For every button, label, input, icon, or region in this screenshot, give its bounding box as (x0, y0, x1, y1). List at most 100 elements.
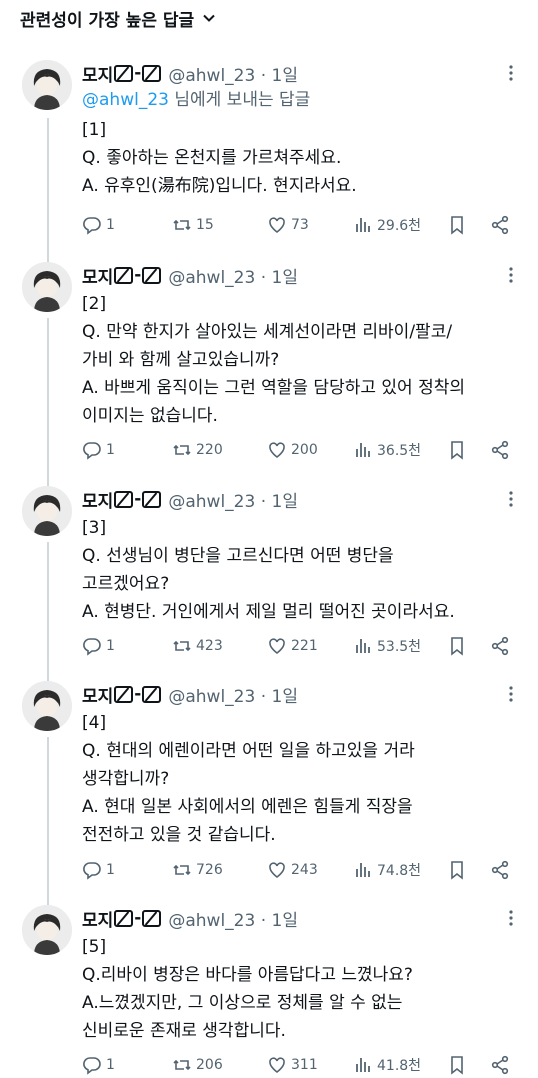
retweet-button[interactable]: 220 (172, 440, 223, 460)
retweet-button[interactable]: 206 (172, 1055, 223, 1075)
more-options-icon[interactable] (502, 909, 520, 927)
thread-line (47, 118, 49, 266)
bookmark-button[interactable] (447, 215, 471, 235)
more-options-icon[interactable] (502, 685, 520, 703)
views-button[interactable]: 41.8천 (353, 1055, 421, 1075)
retweet-count: 15 (196, 217, 214, 233)
share-button[interactable] (490, 440, 514, 460)
like-button[interactable]: 200 (267, 440, 318, 460)
like-button[interactable]: 221 (267, 636, 318, 656)
views-icon (356, 639, 370, 653)
badge-icon (114, 490, 134, 508)
views-button[interactable]: 53.5천 (353, 636, 421, 656)
badge-icon (114, 909, 134, 927)
views-icon (356, 218, 370, 232)
badge-icon (142, 909, 162, 927)
reply-icon (83, 217, 101, 235)
reply-button[interactable]: 1 (82, 636, 115, 656)
retweet-button[interactable]: 726 (172, 860, 223, 880)
reply-button[interactable]: 1 (82, 440, 115, 460)
tweet-text: [5] Q.리바이 병장은 바다를 아름답다고 느꼈나요? A.느꼈겠지만, 그… (82, 937, 413, 1041)
share-button[interactable] (490, 636, 514, 656)
avatar[interactable] (22, 905, 72, 955)
author-name[interactable]: 모지 (82, 263, 113, 288)
views-button[interactable]: 74.8천 (353, 860, 421, 880)
reply-icon (83, 1057, 101, 1075)
share-button[interactable] (490, 215, 514, 235)
retweet-button[interactable]: 423 (172, 636, 223, 656)
sort-label: 관련성이 가장 높은 답글 (20, 10, 195, 31)
avatar[interactable] (22, 486, 72, 536)
share-icon (491, 636, 509, 656)
views-button[interactable]: 29.6천 (353, 215, 421, 235)
bookmark-icon (451, 637, 463, 656)
bookmark-button[interactable] (447, 860, 471, 880)
author-handle[interactable]: @ahwl_23 · 1일 (168, 61, 298, 86)
author-handle[interactable]: @ahwl_23 · 1일 (168, 263, 298, 288)
reply-icon (83, 442, 101, 460)
more-options-icon[interactable] (502, 490, 520, 508)
share-icon (491, 440, 509, 460)
action-bar: 1 726 243 74.8천 (82, 857, 522, 883)
badge-icon (142, 490, 162, 508)
bookmark-icon (451, 861, 463, 880)
reply-button[interactable]: 1 (82, 1055, 115, 1075)
heart-icon (269, 862, 285, 878)
like-button[interactable]: 311 (267, 1055, 318, 1075)
more-options-icon[interactable] (502, 266, 520, 284)
author-name[interactable]: 모지 (82, 906, 113, 931)
badge-icon (114, 266, 134, 284)
retweet-count: 220 (196, 442, 223, 458)
reply-button[interactable]: 1 (82, 215, 115, 235)
bookmark-button[interactable] (447, 636, 471, 656)
author-name[interactable]: 모지 (82, 61, 113, 86)
avatar[interactable] (22, 681, 72, 731)
reply-button[interactable]: 1 (82, 860, 115, 880)
tweet-text: [3] Q. 선생님이 병단을 고르신다면 어떤 병단을 고르겠어요? A. 현… (82, 518, 455, 622)
sort-header[interactable]: 관련성이 가장 높은 답글 (0, 0, 538, 36)
retweet-icon (173, 219, 191, 231)
badge-icon (142, 64, 162, 82)
avatar[interactable] (22, 60, 72, 110)
heart-icon (269, 638, 285, 654)
badge-icon (114, 685, 134, 703)
tweet-text: [1] Q. 좋아하는 온천지를 가르쳐주세요. A. 유후인(湯布院)입니다.… (82, 120, 357, 196)
retweet-icon (173, 444, 191, 456)
reply-count: 1 (106, 442, 115, 458)
reply-mention-link[interactable]: @ahwl_23 (82, 90, 169, 110)
thread-line (47, 318, 49, 490)
bookmark-button[interactable] (447, 440, 471, 460)
retweet-count: 206 (196, 1057, 223, 1073)
like-count: 311 (291, 1057, 318, 1073)
view-count: 53.5천 (377, 639, 422, 655)
author-handle[interactable]: @ahwl_23 · 1일 (168, 682, 298, 707)
heart-icon (269, 217, 285, 233)
more-options-icon[interactable] (502, 64, 520, 82)
view-count: 36.5천 (377, 443, 422, 459)
author-handle[interactable]: @ahwl_23 · 1일 (168, 487, 298, 512)
views-button[interactable]: 36.5천 (353, 440, 421, 460)
author-handle[interactable]: @ahwl_23 · 1일 (168, 906, 298, 931)
bookmark-button[interactable] (447, 1055, 471, 1075)
reply-count: 1 (106, 1057, 115, 1073)
avatar[interactable] (22, 262, 72, 312)
badge-icon (142, 266, 162, 284)
badge-icon (114, 64, 134, 82)
author-name[interactable]: 모지 (82, 487, 113, 512)
author-name[interactable]: 모지 (82, 682, 113, 707)
like-button[interactable]: 73 (267, 215, 309, 235)
share-icon (491, 215, 509, 235)
retweet-button[interactable]: 15 (172, 215, 214, 235)
action-bar: 1 220 200 36.5천 (82, 437, 522, 463)
like-count: 243 (291, 862, 318, 878)
like-button[interactable]: 243 (267, 860, 318, 880)
share-button[interactable] (490, 1055, 514, 1075)
view-count: 29.6천 (377, 218, 422, 234)
like-count: 221 (291, 638, 318, 654)
tweet-text: [4] Q. 현대의 에렌이라면 어떤 일을 하고있을 거라 생각합니까? A.… (82, 713, 415, 845)
share-button[interactable] (490, 860, 514, 880)
badge-icon (142, 685, 162, 703)
share-icon (491, 860, 509, 880)
views-icon (356, 863, 370, 877)
replying-to: @ahwl_23 님에게 보내는 답글 (82, 86, 522, 114)
